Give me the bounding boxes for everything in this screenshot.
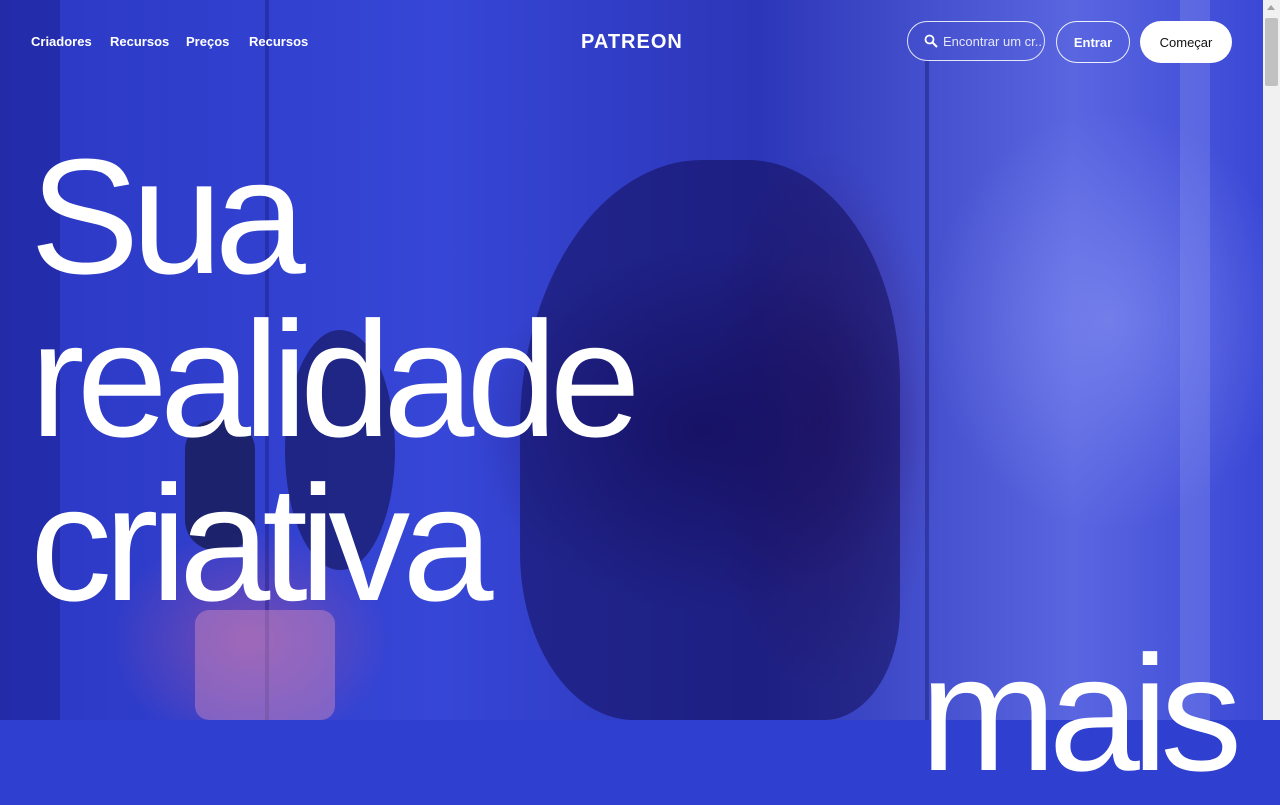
top-navigation: Criadores Recursos Preços Recursos PATRE… [0, 0, 1263, 84]
search-icon [924, 34, 938, 48]
hero-headline-line-2: realidade [30, 288, 641, 471]
hero-headline-line-4: mais [920, 622, 1242, 805]
hero-headline-line-1: Sua [30, 125, 306, 308]
nav-link-pricing[interactable]: Preços [186, 34, 229, 49]
nav-link-features[interactable]: Recursos [110, 34, 169, 49]
scrollbar-thumb[interactable] [1265, 18, 1278, 86]
page-scrollbar[interactable] [1263, 0, 1280, 720]
nav-link-creators[interactable]: Criadores [31, 34, 92, 49]
search-box[interactable] [907, 21, 1045, 61]
search-input[interactable] [943, 33, 1043, 49]
nav-link-resources[interactable]: Recursos [249, 34, 308, 49]
hero-headline-line-3: criativa [30, 452, 493, 635]
patreon-logo[interactable]: PATREON [581, 31, 683, 54]
get-started-button[interactable]: Começar [1140, 21, 1232, 63]
scroll-up-arrow-icon[interactable] [1267, 5, 1275, 10]
login-button[interactable]: Entrar [1056, 21, 1130, 63]
